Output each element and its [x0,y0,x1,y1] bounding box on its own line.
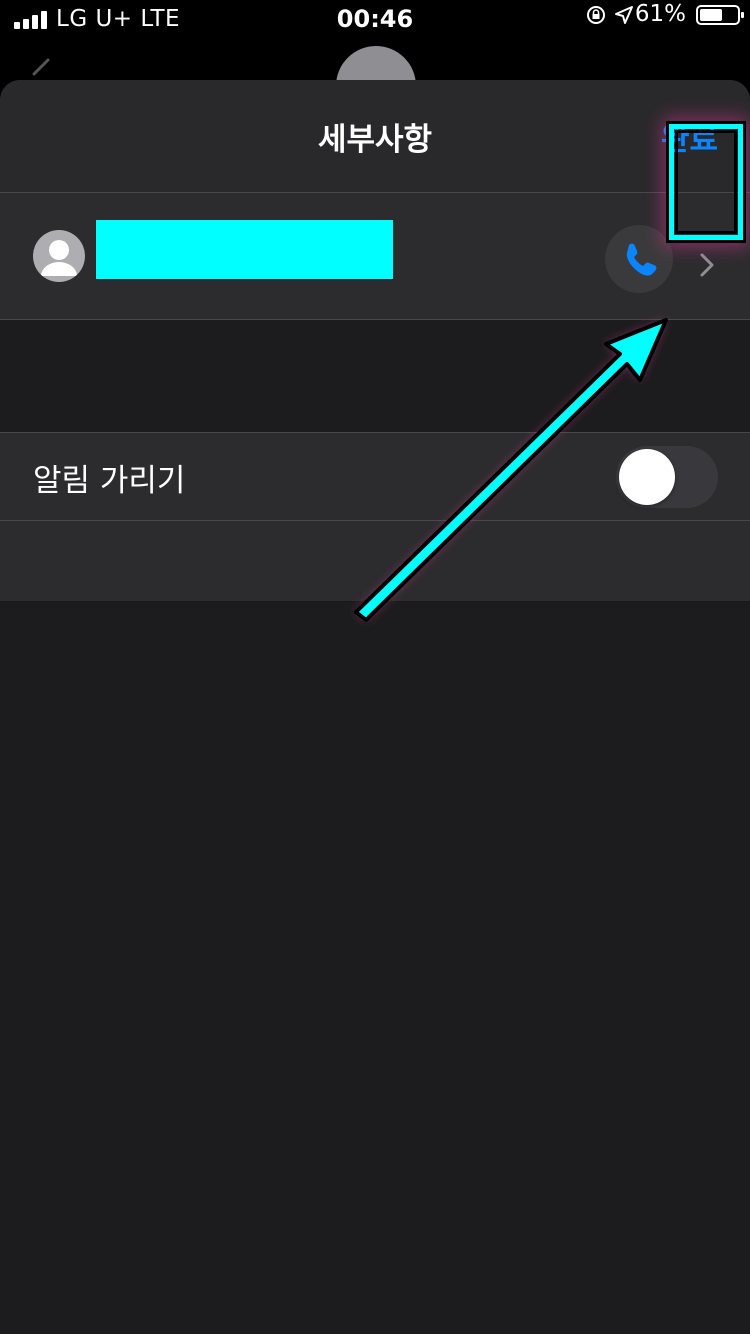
chevron-right-icon [700,253,714,277]
details-sheet: 세부사항 완료 알림 가리기 [0,80,750,1334]
back-chevron-icon [32,58,50,76]
battery-icon [696,5,744,25]
person-icon [33,230,85,282]
call-button[interactable] [605,225,673,293]
hide-alerts-toggle[interactable] [616,446,718,508]
contact-row[interactable] [0,193,750,319]
status-bar: LG U+ LTE 00:46 61% [0,0,750,40]
phone-icon [626,243,657,276]
footer-section [0,521,750,601]
contact-detail-button[interactable] [683,241,731,289]
contact-name [96,220,393,279]
nav-bar: 세부사항 완료 [0,80,750,192]
section-gap [0,320,750,432]
screen: LG U+ LTE 00:46 61% 세부사항 완료 알림 가리기 [0,0,750,1334]
location-icon [615,6,633,24]
battery-percent: 61% [634,1,686,27]
page-title: 세부사항 [317,122,433,158]
hide-alerts-label: 알림 가리기 [33,463,186,499]
highlight-box [669,124,743,240]
hide-alerts-row: 알림 가리기 [0,433,750,520]
toggle-knob [619,449,675,505]
orientation-lock-icon [587,6,605,24]
empty-area [0,601,750,1334]
